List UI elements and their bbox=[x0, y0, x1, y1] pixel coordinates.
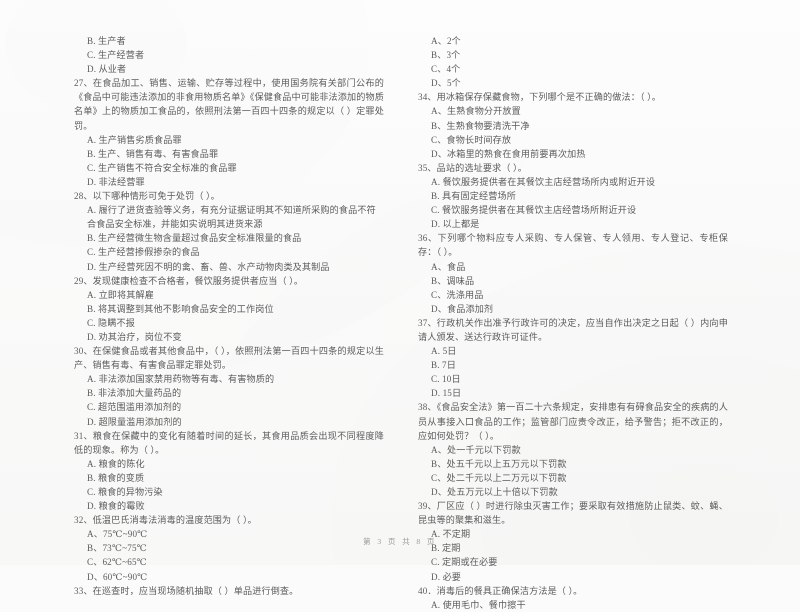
option-item: A、食品 bbox=[431, 261, 466, 272]
question-block: 38、《食品安全法》第一百二十六条规定，安排患有有碍食品安全的疾病的人员从事接入… bbox=[418, 400, 728, 499]
question-block: 29、发现健康检查不合格者，餐饮服务提供者应当（ ）。 A. 立即将其解雇 B.… bbox=[74, 274, 384, 344]
question-stem: 39、厂区应（ ）时进行除虫灭害工作；要采取有效措施防止鼠类、蚊、蝇、昆虫等的聚… bbox=[418, 501, 728, 526]
option-item: A. 立即将其解雇 bbox=[87, 289, 155, 300]
question-block: 35、品站的选址要求（ ）。 A. 餐饮服务提供者在其餐饮主店经营场所内或附近开… bbox=[418, 161, 728, 231]
question-block: 31、粮食在保藏中的变化有随着时间的延长，其食用品质会出现不同程度降低的现象。称… bbox=[74, 429, 384, 514]
option-item: C、4个 bbox=[431, 64, 461, 75]
option-item: C. 超范围滥用添加剂的 bbox=[87, 402, 182, 413]
option-item: B、3个 bbox=[431, 50, 461, 61]
question-stem: 38、《食品安全法》第一百二十六条规定，安排患有有碍食品安全的疾病的人员从事接入… bbox=[418, 402, 728, 441]
option-item: B. 生产经营微生物含量超过食品安全标准限量的食品 bbox=[87, 233, 302, 244]
option-item: A. 餐饮服务提供者在其餐饮主店经营场所内或附近开设 bbox=[431, 176, 656, 187]
option-item: C、62℃~65℃ bbox=[87, 557, 147, 568]
question-block: 33、在巡查时，应当现场随机抽取（ ）单品进行倒查。 bbox=[74, 584, 384, 598]
option-item: C. 定期或在必要 bbox=[431, 557, 498, 568]
option-item: D. 非法经营罪 bbox=[87, 176, 145, 187]
option-item: A、生熟食物分开放置 bbox=[431, 106, 521, 117]
option-item: A. 使用毛巾、餐巾擦干 bbox=[431, 599, 526, 610]
question-stem: 35、品站的选址要求（ ）。 bbox=[418, 162, 527, 173]
option-item: D. 生产经营死因不明的禽、畜、兽、水产动物肉类及其制品 bbox=[87, 261, 330, 272]
exam-page: B. 生产者 C. 生产经营者 D. 从业者 27、在食品加工、销售、运输、贮存… bbox=[0, 0, 800, 610]
page-footer: 第 3 页 共 8 页 bbox=[363, 537, 437, 546]
question-block: 30、在保健食品或者其他食品中，（ ），依照刑法第一百四十四条的规定以生产、销售… bbox=[74, 344, 384, 429]
option-item: B. 7日 bbox=[431, 360, 457, 371]
option-item: B. 非法添加大量药品的 bbox=[87, 388, 182, 399]
question-stem: 32、低温巴氏消毒法消毒的温度范围为（ ）。 bbox=[74, 515, 257, 526]
question-block: 36、下列哪个物料应专人采购、专人保管、专人领用、专人登记、专柜保存：（ ）。 … bbox=[418, 231, 728, 316]
two-column-body: B. 生产者 C. 生产经营者 D. 从业者 27、在食品加工、销售、运输、贮存… bbox=[0, 0, 800, 610]
option-item: C. 粮食的异物污染 bbox=[87, 487, 163, 497]
question-stem: 27、在食品加工、销售、运输、贮存等过程中，使用国务院有关部门公布的《食品中可能… bbox=[74, 78, 384, 131]
question-block: 32、低温巴氏消毒法消毒的温度范围为（ ）。 A、75℃~90℃ B、73℃~7… bbox=[74, 513, 384, 583]
option-item: D. 必要 bbox=[431, 571, 462, 582]
option-item: C. 餐饮服务提供者在其餐饮主店经营场所附近开设 bbox=[431, 205, 637, 216]
option-item: C. 生产经营者 bbox=[87, 50, 145, 61]
option-item: A、2个 bbox=[431, 36, 461, 46]
option-item: D、60℃~90℃ bbox=[87, 571, 148, 582]
option-item: A. 5日 bbox=[431, 346, 457, 357]
question-stem: 36、下列哪个物料应专人采购、专人保管、专人领用、专人登记、专柜保存：（ ）。 bbox=[418, 233, 728, 258]
option-item: A. 粮食的陈化 bbox=[87, 458, 145, 469]
option-item: B. 将其调整到其他不影响食品安全的工作岗位 bbox=[87, 303, 274, 314]
option-item: B、生熟食物要清洗干净 bbox=[431, 120, 530, 131]
question-stem: 37、行政机关作出准予行政许可的决定，应当自作出决定之日起（ ）内向申请人颁发、… bbox=[418, 317, 728, 342]
question-block: 40．消毒后的餐具正确保洁方法是（ ）。 A. 使用毛巾、餐巾擦干 bbox=[418, 584, 728, 612]
question-stem: 29、发现健康检查不合格者，餐饮服务提供者应当（ ）。 bbox=[74, 275, 304, 286]
option-item: A. 生产销售劣质食品罪 bbox=[87, 134, 182, 145]
option-item: D. 超限量滥用添加剂的 bbox=[87, 416, 182, 427]
question-stem: 34、用冰箱保存保藏食物，下列哪个是不正确的做法：（ ）。 bbox=[418, 92, 662, 103]
option-item: A. 履行了进货查验等义务，有充分证据证明其不知道所采购的食品不符合食品安全标准… bbox=[87, 205, 376, 230]
right-column: A、2个 B、3个 C、4个 D、5个 34、用冰箱保存保藏食物，下列哪个是不正… bbox=[418, 34, 728, 610]
question-block: 37、行政机关作出准予行政许可的决定，应当自作出决定之日起（ ）内向申请人颁发、… bbox=[418, 316, 728, 401]
option-item: B、调味品 bbox=[431, 275, 475, 286]
option-item: B. 生产、销售有毒、有害食品罪 bbox=[87, 148, 219, 159]
option-item: D、处五万元以上十倍以下罚款 bbox=[431, 487, 558, 497]
question-block: 34、用冰箱保存保藏食物，下列哪个是不正确的做法：（ ）。 A、生熟食物分开放置… bbox=[418, 90, 728, 160]
option-item: D. 劝其治疗，岗位不变 bbox=[87, 331, 182, 342]
option-item: A. 非法添加国家禁用药物等有毒、有害物质的 bbox=[87, 374, 275, 385]
option-item: C. 生产销售不符合安全标准的食品罪 bbox=[87, 162, 237, 173]
option-item: C. 10日 bbox=[431, 374, 461, 385]
left-column: B. 生产者 C. 生产经营者 D. 从业者 27、在食品加工、销售、运输、贮存… bbox=[74, 34, 384, 596]
option-item: B、处五千元以上五万元以下罚款 bbox=[431, 458, 567, 469]
option-item: C. 生产经营掺假掺杂的食品 bbox=[87, 247, 200, 258]
option-item: A、处一千元以下罚款 bbox=[431, 444, 521, 455]
option-item: D. 以上都是 bbox=[431, 219, 480, 230]
option-item: C、洗涤用品 bbox=[431, 289, 484, 300]
question-stem: 30、在保健食品或者其他食品中，（ ），依照刑法第一百四十四条的规定以生产、销售… bbox=[74, 346, 384, 371]
question-block: B. 生产者 C. 生产经营者 D. 从业者 bbox=[74, 34, 384, 76]
question-stem: 28、以下哪种情形可免于处罚（ ）。 bbox=[74, 191, 220, 202]
question-block: 28、以下哪种情形可免于处罚（ ）。 A. 履行了进货查验等义务，有充分证据证明… bbox=[74, 189, 384, 274]
question-block: A、2个 B、3个 C、4个 D、5个 bbox=[418, 34, 728, 90]
option-item: B. 生产者 bbox=[87, 36, 126, 46]
option-item: D、5个 bbox=[431, 78, 461, 89]
option-item: D、冰箱里的熟食在食用前要再次加热 bbox=[431, 148, 586, 159]
option-item: C. 隐瞒不报 bbox=[87, 317, 136, 328]
question-stem: 33、在巡查时，应当现场随机抽取（ ）单品进行倒查。 bbox=[74, 585, 299, 596]
question-stem: 40．消毒后的餐具正确保洁方法是（ ）。 bbox=[418, 585, 583, 596]
option-item: D. 粮食的霉败 bbox=[87, 501, 145, 512]
option-item: D、食品添加剂 bbox=[431, 303, 494, 314]
option-item: C、处二千元以上二万元以下罚款 bbox=[431, 472, 567, 483]
question-stem: 31、粮食在保藏中的变化有随着时间的延长，其食用品质会出现不同程度降低的现象。称… bbox=[74, 430, 384, 455]
option-item: B. 具有固定经营场所 bbox=[431, 191, 517, 202]
question-block: 27、在食品加工、销售、运输、贮存等过程中，使用国务院有关部门公布的《食品中可能… bbox=[74, 76, 384, 189]
option-item: D. 从业者 bbox=[87, 64, 127, 75]
option-item: B. 粮食的变质 bbox=[87, 472, 145, 483]
option-item: C、食物长时间存放 bbox=[431, 134, 512, 145]
option-item: D. 15日 bbox=[431, 388, 462, 399]
